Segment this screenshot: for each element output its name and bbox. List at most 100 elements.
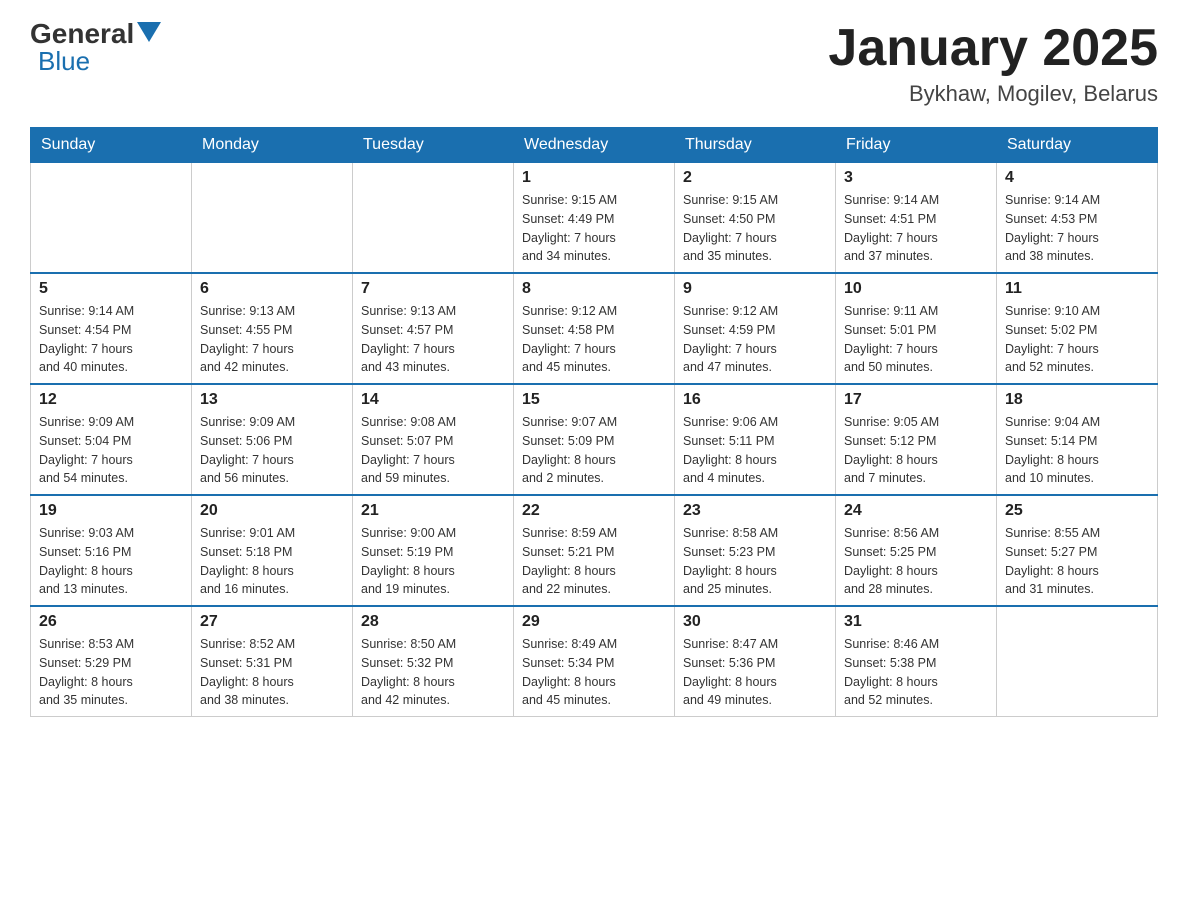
calendar-cell: 29 Sunrise: 8:49 AM Sunset: 5:34 PM Dayli… [514,606,675,717]
day-number: 17 [844,391,988,409]
calendar-cell: 3Sunrise: 9:14 AM Sunset: 4:51 PM Daylig… [836,163,997,274]
calendar-cell: 10 Sunrise: 9:11 AM Sunset: 5:01 PM Dayli… [836,273,997,384]
day-info: Sunrise: 9:12 AM Sunset: 4:58 PM Dayligh… [522,302,666,377]
calendar-cell: 17 Sunrise: 9:05 AM Sunset: 5:12 PM Dayli… [836,384,997,495]
day-info: Sunrise: 9:14 AM Sunset: 4:54 PM Dayligh… [39,302,183,377]
calendar-table: SundayMondayTuesdayWednesdayThursdayFrid… [30,127,1158,717]
weekday-header-saturday: Saturday [997,128,1158,163]
weekday-header-friday: Friday [836,128,997,163]
day-number: 8 [522,280,666,298]
weekday-header-tuesday: Tuesday [353,128,514,163]
calendar-cell: 8 Sunrise: 9:12 AM Sunset: 4:58 PM Daylig… [514,273,675,384]
calendar-cell: 2Sunrise: 9:15 AM Sunset: 4:50 PM Daylig… [675,163,836,274]
day-info: Sunrise: 8:46 AM Sunset: 5:38 PM Dayligh… [844,635,988,710]
day-info: Sunrise: 9:09 AM Sunset: 5:06 PM Dayligh… [200,413,344,488]
day-number: 15 [522,391,666,409]
calendar-cell: 5Sunrise: 9:14 AM Sunset: 4:54 PM Daylig… [31,273,192,384]
day-number: 1 [522,169,666,187]
day-info: Sunrise: 9:13 AM Sunset: 4:57 PM Dayligh… [361,302,505,377]
day-number: 19 [39,502,183,520]
weekday-header-row: SundayMondayTuesdayWednesdayThursdayFrid… [31,128,1158,163]
month-title: January 2025 [828,20,1158,77]
calendar-cell: 12 Sunrise: 9:09 AM Sunset: 5:04 PM Dayli… [31,384,192,495]
day-number: 9 [683,280,827,298]
calendar-cell: 4Sunrise: 9:14 AM Sunset: 4:53 PM Daylig… [997,163,1158,274]
calendar-cell: 24 Sunrise: 8:56 AM Sunset: 5:25 PM Dayli… [836,495,997,606]
day-number: 13 [200,391,344,409]
day-info: Sunrise: 9:06 AM Sunset: 5:11 PM Dayligh… [683,413,827,488]
day-number: 26 [39,613,183,631]
day-number: 2 [683,169,827,187]
page-header: General Blue January 2025 Bykhaw, Mogile… [30,20,1158,107]
location-subtitle: Bykhaw, Mogilev, Belarus [828,81,1158,107]
day-info: Sunrise: 9:09 AM Sunset: 5:04 PM Dayligh… [39,413,183,488]
day-info: Sunrise: 8:49 AM Sunset: 5:34 PM Dayligh… [522,635,666,710]
day-info: Sunrise: 9:07 AM Sunset: 5:09 PM Dayligh… [522,413,666,488]
calendar-cell: 30Sunrise: 8:47 AM Sunset: 5:36 PM Dayli… [675,606,836,717]
calendar-header: SundayMondayTuesdayWednesdayThursdayFrid… [31,128,1158,163]
calendar-cell [353,163,514,274]
day-number: 18 [1005,391,1149,409]
day-number: 16 [683,391,827,409]
weekday-header-thursday: Thursday [675,128,836,163]
day-info: Sunrise: 9:15 AM Sunset: 4:49 PM Dayligh… [522,191,666,266]
day-number: 11 [1005,280,1149,298]
logo: General Blue [30,20,164,77]
calendar-week-row: 5Sunrise: 9:14 AM Sunset: 4:54 PM Daylig… [31,273,1158,384]
day-info: Sunrise: 9:00 AM Sunset: 5:19 PM Dayligh… [361,524,505,599]
calendar-cell: 22Sunrise: 8:59 AM Sunset: 5:21 PM Dayli… [514,495,675,606]
calendar-cell: 19Sunrise: 9:03 AM Sunset: 5:16 PM Dayli… [31,495,192,606]
day-info: Sunrise: 9:04 AM Sunset: 5:14 PM Dayligh… [1005,413,1149,488]
day-number: 12 [39,391,183,409]
day-info: Sunrise: 9:12 AM Sunset: 4:59 PM Dayligh… [683,302,827,377]
day-info: Sunrise: 9:11 AM Sunset: 5:01 PM Dayligh… [844,302,988,377]
calendar-cell [192,163,353,274]
weekday-header-monday: Monday [192,128,353,163]
day-number: 29 [522,613,666,631]
calendar-cell [31,163,192,274]
day-number: 3 [844,169,988,187]
calendar-cell: 15 Sunrise: 9:07 AM Sunset: 5:09 PM Dayli… [514,384,675,495]
day-number: 25 [1005,502,1149,520]
calendar-cell: 26 Sunrise: 8:53 AM Sunset: 5:29 PM Dayli… [31,606,192,717]
day-info: Sunrise: 8:58 AM Sunset: 5:23 PM Dayligh… [683,524,827,599]
day-info: Sunrise: 9:05 AM Sunset: 5:12 PM Dayligh… [844,413,988,488]
day-number: 14 [361,391,505,409]
day-info: Sunrise: 8:56 AM Sunset: 5:25 PM Dayligh… [844,524,988,599]
calendar-cell: 1 Sunrise: 9:15 AM Sunset: 4:49 PM Daylig… [514,163,675,274]
calendar-week-row: 19Sunrise: 9:03 AM Sunset: 5:16 PM Dayli… [31,495,1158,606]
calendar-cell: 20 Sunrise: 9:01 AM Sunset: 5:18 PM Dayli… [192,495,353,606]
day-info: Sunrise: 8:52 AM Sunset: 5:31 PM Dayligh… [200,635,344,710]
calendar-cell: 21 Sunrise: 9:00 AM Sunset: 5:19 PM Dayli… [353,495,514,606]
calendar-cell: 18 Sunrise: 9:04 AM Sunset: 5:14 PM Dayli… [997,384,1158,495]
day-info: Sunrise: 9:01 AM Sunset: 5:18 PM Dayligh… [200,524,344,599]
day-number: 10 [844,280,988,298]
calendar-cell: 11 Sunrise: 9:10 AM Sunset: 5:02 PM Dayli… [997,273,1158,384]
calendar-body: 1 Sunrise: 9:15 AM Sunset: 4:49 PM Daylig… [31,163,1158,717]
day-number: 22 [522,502,666,520]
day-number: 28 [361,613,505,631]
calendar-cell: 31Sunrise: 8:46 AM Sunset: 5:38 PM Dayli… [836,606,997,717]
calendar-cell: 27Sunrise: 8:52 AM Sunset: 5:31 PM Dayli… [192,606,353,717]
calendar-cell [997,606,1158,717]
calendar-cell: 28Sunrise: 8:50 AM Sunset: 5:32 PM Dayli… [353,606,514,717]
day-number: 20 [200,502,344,520]
day-info: Sunrise: 9:08 AM Sunset: 5:07 PM Dayligh… [361,413,505,488]
logo-triangle-icon [137,22,161,42]
day-number: 24 [844,502,988,520]
calendar-cell: 16 Sunrise: 9:06 AM Sunset: 5:11 PM Dayli… [675,384,836,495]
calendar-cell: 9 Sunrise: 9:12 AM Sunset: 4:59 PM Daylig… [675,273,836,384]
day-info: Sunrise: 8:55 AM Sunset: 5:27 PM Dayligh… [1005,524,1149,599]
calendar-cell: 7 Sunrise: 9:13 AM Sunset: 4:57 PM Daylig… [353,273,514,384]
day-info: Sunrise: 9:10 AM Sunset: 5:02 PM Dayligh… [1005,302,1149,377]
day-number: 21 [361,502,505,520]
day-number: 7 [361,280,505,298]
day-number: 23 [683,502,827,520]
title-block: January 2025 Bykhaw, Mogilev, Belarus [828,20,1158,107]
calendar-cell: 25 Sunrise: 8:55 AM Sunset: 5:27 PM Dayli… [997,495,1158,606]
calendar-week-row: 1 Sunrise: 9:15 AM Sunset: 4:49 PM Daylig… [31,163,1158,274]
calendar-cell: 6Sunrise: 9:13 AM Sunset: 4:55 PM Daylig… [192,273,353,384]
day-info: Sunrise: 8:53 AM Sunset: 5:29 PM Dayligh… [39,635,183,710]
day-info: Sunrise: 9:14 AM Sunset: 4:53 PM Dayligh… [1005,191,1149,266]
calendar-week-row: 26 Sunrise: 8:53 AM Sunset: 5:29 PM Dayli… [31,606,1158,717]
